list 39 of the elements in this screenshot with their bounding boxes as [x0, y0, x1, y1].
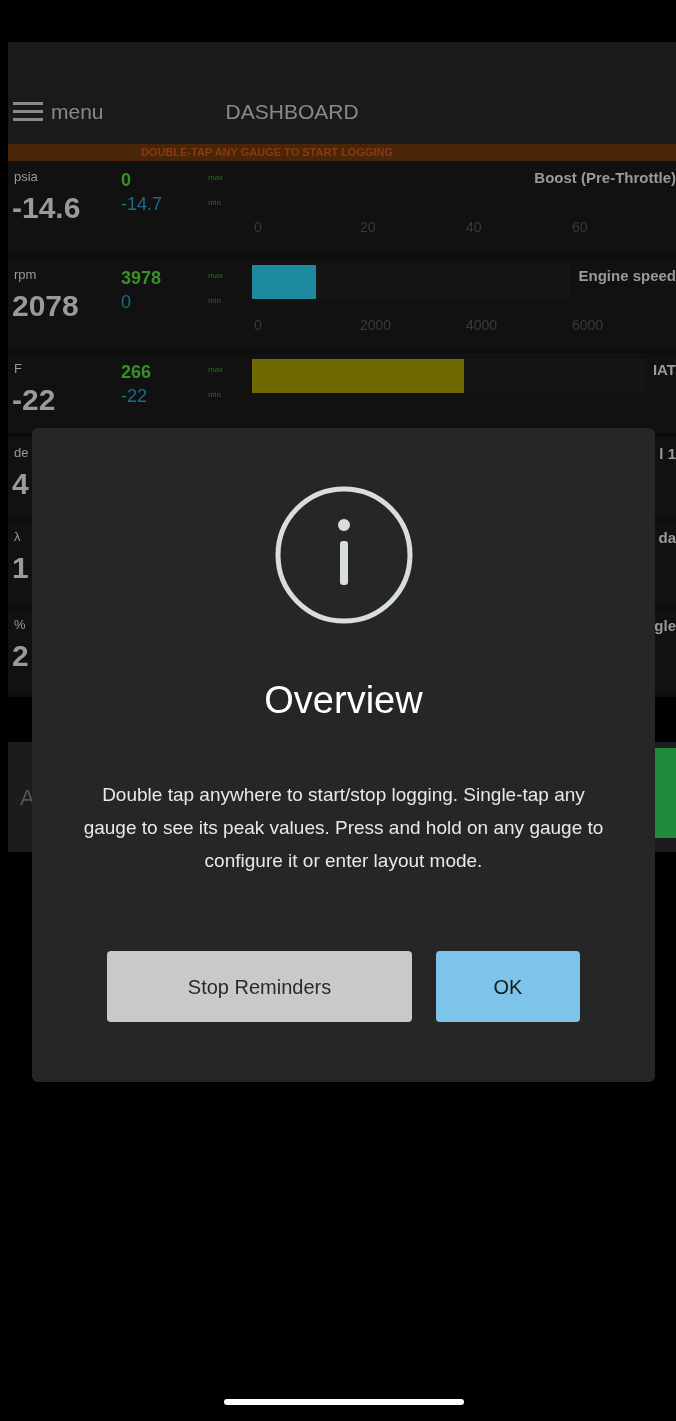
- max-label: max: [208, 172, 224, 184]
- max-label: max: [208, 364, 224, 376]
- gauge-title: da: [658, 528, 676, 548]
- gauge-unit: rpm: [14, 266, 37, 284]
- gauge-title: l 1: [659, 444, 676, 464]
- dialog-message: Double tap anywhere to start/stop logging. Single-tap any gauge to see its peak values. Press and hold on any gauge to configure it or enter layout mode.: [83, 783, 604, 873]
- max-label: max: [208, 270, 224, 282]
- min-label: min: [208, 295, 221, 307]
- max-value: 266: [121, 361, 152, 384]
- gauge-unit: de: [14, 444, 29, 462]
- stop-reminders-button[interactable]: Stop Reminders: [107, 951, 412, 1022]
- gauge-unit: λ: [14, 528, 21, 546]
- gauge-unit: %: [14, 616, 26, 634]
- gauge-value: 2: [12, 638, 29, 674]
- gauge-title: Engine speed: [578, 266, 676, 286]
- min-value: -14.7: [121, 193, 163, 216]
- gauge-unit: psia: [14, 168, 38, 186]
- min-label: min: [208, 389, 221, 401]
- ok-button[interactable]: OK: [436, 951, 580, 1022]
- gauge-title: Boost (Pre-Throttle): [534, 168, 676, 188]
- gauge-value: -14.6: [12, 190, 81, 226]
- gauge-value: 1: [12, 550, 29, 586]
- gauge-value: 2078: [12, 288, 79, 324]
- max-value: 0: [121, 169, 131, 192]
- screen-title: DASHBOARD: [225, 99, 359, 126]
- dialog-title: Overview: [264, 678, 423, 723]
- gauge-title: gle: [654, 616, 676, 636]
- info-icon: [273, 485, 414, 625]
- min-label: min: [208, 197, 221, 209]
- menu-icon: [13, 102, 43, 122]
- min-value: -22: [121, 385, 147, 408]
- menu-button[interactable]: menu: [8, 96, 104, 128]
- logging-banner: DOUBLE-TAP ANY GAUGE TO START LOGGING: [8, 144, 676, 161]
- min-value: 0: [121, 291, 131, 314]
- gauge-value: 4: [12, 466, 29, 502]
- gauge-unit: F: [14, 360, 22, 378]
- max-value: 3978: [121, 267, 162, 290]
- gauge-title: IAT: [652, 360, 676, 380]
- gauge-value: -22: [12, 382, 56, 418]
